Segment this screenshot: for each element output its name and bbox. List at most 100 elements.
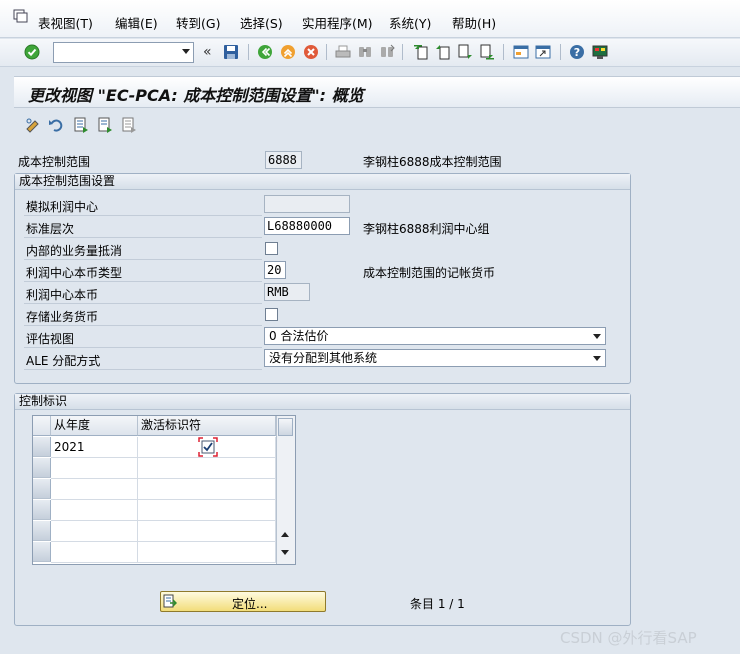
row-selector[interactable] (33, 521, 51, 541)
toolbar-divider (560, 44, 561, 60)
dummy-profit-center-label: 模拟利润中心 (26, 200, 99, 214)
elimination-label: 内部的业务量抵消 (26, 244, 123, 258)
row-selector[interactable] (33, 479, 51, 499)
menu-item-selection[interactable]: 选择(S) (240, 13, 283, 32)
save-icon[interactable] (222, 43, 240, 61)
control-indicator-group-title: 控制标识 (15, 394, 630, 410)
pc-currency-type-label: 利润中心本币类型 (26, 266, 123, 280)
select-all-icon[interactable] (72, 116, 89, 133)
display-change-icon[interactable] (24, 116, 41, 133)
row-selector[interactable] (33, 542, 51, 562)
watermark-text: CSDN @外行看SAP (560, 629, 697, 647)
settings-group-title: 成本控制范围设置 (15, 174, 630, 190)
column-header-active[interactable]: 激活标识符 (138, 416, 276, 436)
menu-window-icon[interactable] (13, 9, 28, 23)
table-cell-empty[interactable] (138, 542, 276, 563)
toolbar-divider (326, 44, 327, 60)
scrollbar-top-button[interactable] (278, 418, 293, 436)
find-icon[interactable] (356, 43, 374, 61)
menu-item-help[interactable]: 帮助(H) (452, 13, 496, 32)
position-icon[interactable] (163, 594, 178, 608)
enter-icon[interactable] (23, 43, 41, 61)
select-all-rows-button[interactable] (33, 416, 51, 436)
find-next-icon[interactable] (378, 43, 396, 61)
table-cell-empty[interactable] (138, 479, 276, 500)
menu-item-system[interactable]: 系统(Y) (389, 13, 431, 32)
next-page-icon[interactable] (456, 43, 474, 61)
pc-currency-type-description: 成本控制范围的记帐货币 (363, 266, 496, 280)
pc-currency-label: 利润中心本币 (26, 288, 99, 302)
table-cell-empty[interactable] (138, 521, 276, 542)
menu-item-utilities[interactable]: 实用程序(M) (302, 13, 373, 32)
ale-distribution-value: 没有分配到其他系统 (269, 351, 378, 365)
entry-counter: 条目 1 / 1 (410, 597, 465, 611)
menu-item-goto[interactable]: 转到(G) (176, 13, 220, 32)
back-icon[interactable] (256, 43, 274, 61)
controlling-area-field: 6888 (265, 151, 302, 169)
ale-distribution-label: ALE 分配方式 (26, 354, 101, 368)
row-divider (24, 303, 262, 304)
table-cell-empty[interactable] (138, 458, 276, 479)
row-divider (24, 325, 262, 326)
cancel-icon[interactable] (302, 43, 320, 61)
menu-item-edit[interactable]: 编辑(E) (115, 13, 158, 32)
store-txn-currency-label: 存储业务货币 (26, 310, 99, 324)
row-divider (24, 369, 262, 370)
shortcut-icon[interactable] (534, 43, 552, 61)
row-selector[interactable] (33, 500, 51, 520)
table-cell-empty[interactable] (51, 479, 138, 500)
pc-currency-field: RMB (264, 283, 310, 301)
table-cell-empty[interactable] (51, 521, 138, 542)
valuation-view-value: 0 合法估价 (269, 329, 329, 343)
help-icon[interactable]: ? (568, 43, 586, 61)
controlling-area-description: 李钢柱6888成本控制范围 (363, 155, 502, 169)
row-divider (24, 281, 262, 282)
table-cell-empty[interactable] (51, 542, 138, 563)
controlling-area-label: 成本控制范围 (18, 155, 91, 169)
column-header-year[interactable]: 从年度 (51, 416, 138, 436)
position-button-label: 定位... (232, 597, 268, 611)
chevron-down-icon[interactable] (593, 356, 601, 361)
standard-hierarchy-description: 李钢柱6888利润中心组 (363, 222, 490, 236)
collapse-arrows-icon[interactable]: « (203, 44, 212, 60)
print-icon[interactable] (334, 43, 352, 61)
select-block-icon[interactable] (96, 116, 113, 133)
toolbar-divider (503, 44, 504, 60)
toolbar-divider (248, 44, 249, 60)
row-selector[interactable] (33, 437, 51, 457)
table-cell-empty[interactable] (138, 500, 276, 521)
table-scrollbar[interactable] (276, 416, 295, 564)
pc-currency-type-field[interactable]: 20 (264, 261, 286, 279)
chevron-down-icon[interactable] (182, 49, 190, 54)
elimination-checkbox[interactable] (265, 242, 278, 255)
chevron-down-icon[interactable] (593, 334, 601, 339)
deselect-all-icon[interactable] (120, 116, 137, 133)
table-cell-year[interactable]: 2021 (51, 437, 138, 458)
scroll-down-icon[interactable] (281, 550, 289, 555)
dummy-profit-center-field[interactable] (264, 195, 350, 213)
table-cell-empty[interactable] (51, 500, 138, 521)
row-divider (24, 347, 262, 348)
previous-page-icon[interactable] (434, 43, 452, 61)
store-txn-currency-checkbox[interactable] (265, 308, 278, 321)
undo-icon[interactable] (47, 116, 64, 133)
scroll-up-icon[interactable] (281, 532, 289, 537)
exit-icon[interactable] (279, 43, 297, 61)
row-selector[interactable] (33, 458, 51, 478)
valuation-view-dropdown[interactable]: 0 合法估价 (264, 327, 606, 345)
ale-distribution-dropdown[interactable]: 没有分配到其他系统 (264, 349, 606, 367)
standard-hierarchy-field[interactable]: L68880000 (264, 217, 350, 235)
first-page-icon[interactable] (412, 43, 430, 61)
valuation-view-label: 评估视图 (26, 332, 75, 346)
row-divider (24, 237, 262, 238)
last-page-icon[interactable] (478, 43, 496, 61)
row-divider (24, 259, 262, 260)
table-cell-empty[interactable] (51, 458, 138, 479)
create-session-icon[interactable] (512, 43, 530, 61)
standard-hierarchy-label: 标准层次 (26, 222, 75, 236)
active-checkbox-focus[interactable] (198, 437, 218, 457)
command-field[interactable] (53, 42, 194, 63)
customize-layout-icon[interactable] (591, 43, 609, 61)
menu-item-table-view[interactable]: 表视图(T) (38, 13, 93, 32)
page-title: 更改视图 "EC-PCA: 成本控制范围设置": 概览 (28, 86, 364, 105)
